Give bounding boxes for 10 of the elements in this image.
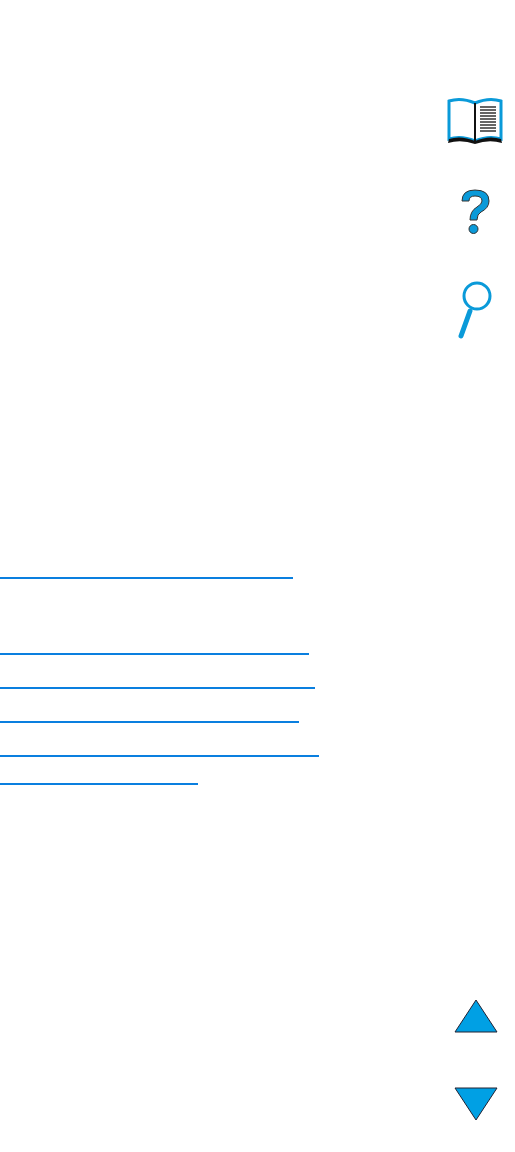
link-underline[interactable]: [0, 721, 299, 723]
link-underline[interactable]: [0, 755, 319, 757]
link-underline[interactable]: [0, 653, 309, 655]
link-underline[interactable]: [0, 687, 315, 689]
link-underline[interactable]: [0, 577, 293, 579]
link-underline[interactable]: [0, 783, 198, 785]
up-arrow-icon[interactable]: [453, 999, 498, 1033]
book-icon[interactable]: [446, 95, 504, 145]
search-icon[interactable]: [457, 279, 493, 339]
down-arrow-icon[interactable]: [453, 1087, 498, 1121]
